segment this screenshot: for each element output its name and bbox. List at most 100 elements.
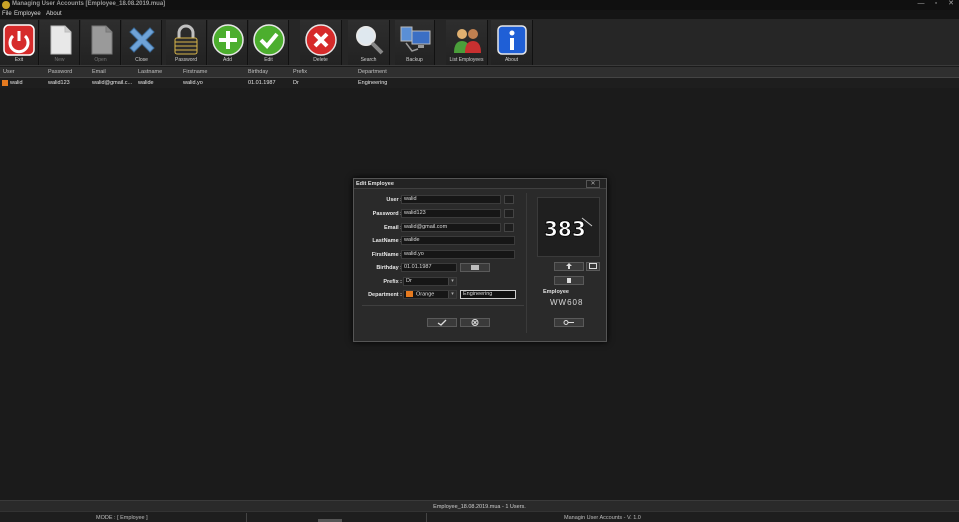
about-button[interactable]: About xyxy=(491,20,533,65)
checkmark-icon xyxy=(252,24,285,56)
employee-photo-graphic: 383 xyxy=(544,217,593,241)
title-bar: Managing User Accounts [Employee_18.08.2… xyxy=(0,0,959,10)
minimize-icon[interactable]: — xyxy=(915,0,927,9)
confirm-button[interactable] xyxy=(427,318,457,327)
toolbar: Exit New Open Close Password Add Edit De… xyxy=(0,19,959,66)
cell-user: walid xyxy=(10,80,23,86)
new-file-icon xyxy=(50,25,71,55)
user-checkbox[interactable] xyxy=(504,195,514,204)
dialog-vertical-separator xyxy=(526,193,527,333)
status-bar: Employee_18.08.2019.mua - 1 Users. xyxy=(0,500,959,511)
new-button[interactable]: New xyxy=(40,20,80,65)
column-header-department[interactable]: Department xyxy=(358,69,387,75)
column-header-prefix[interactable]: Prefix xyxy=(293,69,307,75)
column-header-lastname[interactable]: Lastname xyxy=(138,69,162,75)
app-version: Managin User Accounts - V. 1.0 xyxy=(564,515,641,521)
bottom-bar-divider xyxy=(246,513,247,522)
department-color-value: Orange xyxy=(416,291,435,298)
password-checkbox[interactable] xyxy=(504,209,514,218)
birthday-field[interactable]: 01.01.1987 xyxy=(401,263,457,272)
close-window-icon[interactable]: ✕ xyxy=(945,0,957,9)
cell-firstname: walid.yo xyxy=(183,80,203,86)
cell-email: walid@gmail.c... xyxy=(92,80,133,86)
employee-code: WW608 xyxy=(550,298,584,307)
delete-button[interactable]: Delete xyxy=(300,20,342,65)
calendar-button[interactable] xyxy=(460,263,490,272)
magnifier-icon xyxy=(355,26,383,55)
search-button[interactable]: Search xyxy=(348,20,390,65)
load-photo-button[interactable] xyxy=(554,262,584,271)
edit-employee-dialog: Edit Employee ✕ User : walid Password : … xyxy=(353,178,607,342)
firstname-field[interactable]: walid.yo xyxy=(401,250,515,259)
column-header-user[interactable]: User xyxy=(3,69,15,75)
dialog-title: Edit Employee xyxy=(356,181,394,187)
photo-text: 383 xyxy=(544,217,586,241)
column-header-firstname[interactable]: Firstname xyxy=(183,69,207,75)
column-header-birthday[interactable]: Birthday xyxy=(248,69,268,75)
department-field[interactable]: Engineering xyxy=(460,290,516,299)
menu-file[interactable]: File xyxy=(2,11,12,17)
add-button[interactable]: Add xyxy=(208,20,248,65)
menu-employee[interactable]: Employee xyxy=(14,11,41,17)
clear-photo-button[interactable] xyxy=(554,276,584,285)
about-label: About xyxy=(504,57,519,63)
column-header-email[interactable]: Email xyxy=(92,69,106,75)
prefix-value: Dr xyxy=(406,278,412,284)
list-employees-button[interactable]: List Employees xyxy=(446,20,488,65)
menu-about[interactable]: About xyxy=(46,11,62,17)
prefix-label: Prefix : xyxy=(383,279,402,285)
cancel-button[interactable] xyxy=(460,318,490,327)
password-button[interactable]: Password xyxy=(166,20,207,65)
generate-code-button[interactable] xyxy=(554,318,584,327)
cell-birthday: 01.01.1987 xyxy=(248,80,276,86)
bottom-bar: MODE : [ Employee ] Managin User Account… xyxy=(0,511,959,522)
firstname-label: FirstName : xyxy=(371,252,402,258)
prefix-select[interactable]: Dr ▾ xyxy=(403,277,457,286)
exit-button[interactable]: Exit xyxy=(0,20,39,65)
cancel-icon xyxy=(471,319,479,326)
edit-button[interactable]: Edit xyxy=(249,20,289,65)
delete-icon xyxy=(304,24,337,56)
email-checkbox[interactable] xyxy=(504,223,514,232)
backup-label: Backup xyxy=(406,57,423,63)
password-field[interactable]: walid123 xyxy=(401,209,501,218)
user-field[interactable]: walid xyxy=(401,195,501,204)
lastname-field[interactable]: walide xyxy=(401,236,515,245)
open-label: Open xyxy=(94,57,107,63)
edit-label: Edit xyxy=(264,57,273,63)
dialog-close-button[interactable]: ✕ xyxy=(586,180,600,188)
email-field[interactable]: walid@gmail.com xyxy=(401,223,501,232)
checkmark-icon xyxy=(437,319,447,326)
close-button[interactable]: Close xyxy=(122,20,162,65)
department-color-select[interactable]: Orange ▾ xyxy=(403,290,457,299)
backup-icon xyxy=(400,26,430,52)
plus-icon xyxy=(211,24,244,56)
app-icon xyxy=(2,1,10,9)
table-row[interactable]: walid walid123 walid@gmail.c... walide w… xyxy=(0,78,959,88)
file-info: Employee_18.08.2019.mua - 1 Users. xyxy=(433,504,526,510)
user-label: User : xyxy=(386,197,402,203)
open-file-icon xyxy=(91,25,112,55)
backup-button[interactable]: Backup xyxy=(395,20,435,65)
info-icon xyxy=(496,25,527,55)
maximize-icon[interactable]: ▫ xyxy=(930,0,942,9)
open-button[interactable]: Open xyxy=(81,20,121,65)
close-label: Close xyxy=(135,57,148,63)
calendar-icon xyxy=(471,265,479,270)
upload-icon xyxy=(566,263,572,269)
photo-options-button[interactable] xyxy=(586,262,600,271)
dialog-title-bar: Edit Employee ✕ xyxy=(354,179,606,189)
password-label: Password : xyxy=(372,211,402,217)
search-label: Search xyxy=(360,57,377,63)
orange-swatch xyxy=(406,291,413,297)
window-title: Managing User Accounts [Employee_18.08.2… xyxy=(12,1,166,7)
cell-prefix: Dr xyxy=(293,80,299,86)
employee-label: Employee xyxy=(543,289,569,295)
column-header-password[interactable]: Password xyxy=(48,69,72,75)
list-employees-label: List Employees xyxy=(449,57,484,63)
grid-header: User Password Email Lastname Firstname B… xyxy=(0,67,959,78)
department-label: Department : xyxy=(368,292,402,298)
cell-department: Engineering xyxy=(358,80,388,86)
padlock-icon xyxy=(174,24,198,55)
image-icon xyxy=(589,263,597,269)
